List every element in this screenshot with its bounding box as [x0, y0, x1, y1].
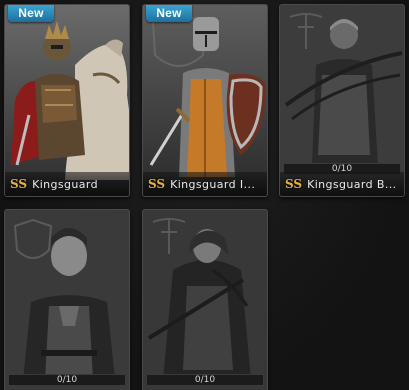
progress-text: 0/10	[56, 375, 78, 385]
hero-card-kingsguard-b[interactable]: 0/10 SS Kingsguard B...	[279, 4, 405, 197]
rank-label: SS	[285, 177, 303, 191]
hero-card-kingsguard[interactable]: New SS Kingsguard	[4, 4, 130, 197]
recruit-progress-bar: 0/10	[8, 374, 126, 386]
hero-name-bar: SS Kingsguard B...	[280, 172, 404, 196]
hero-name: Kingsguard B...	[307, 177, 397, 191]
hero-name: Kingsguard I...	[170, 177, 256, 191]
hero-name: Kingsguard	[32, 177, 99, 191]
hero-card-locked-crossbow[interactable]: 0/10	[142, 209, 268, 390]
hero-portrait-shield-knight	[143, 5, 267, 196]
hero-card-kingsguard-i[interactable]: New SS Kingsguard I...	[142, 4, 268, 197]
hero-portrait-bearded-man	[5, 210, 129, 390]
hero-card-locked-shield[interactable]: 0/10	[4, 209, 130, 390]
new-badge: New	[8, 5, 54, 22]
hero-portrait-mounted-knight	[5, 5, 129, 196]
progress-text: 0/10	[194, 375, 216, 385]
hero-name-bar: SS Kingsguard I...	[143, 172, 267, 196]
new-badge: New	[146, 5, 192, 22]
hero-grid: New SS Kingsguard New SS Kingsguard I...…	[0, 0, 409, 390]
rank-label: SS	[148, 177, 166, 191]
hero-portrait-hooded-archer	[143, 210, 267, 390]
recruit-progress-bar: 0/10	[146, 374, 264, 386]
hero-name-bar: SS Kingsguard	[5, 172, 129, 196]
rank-label: SS	[10, 177, 28, 191]
